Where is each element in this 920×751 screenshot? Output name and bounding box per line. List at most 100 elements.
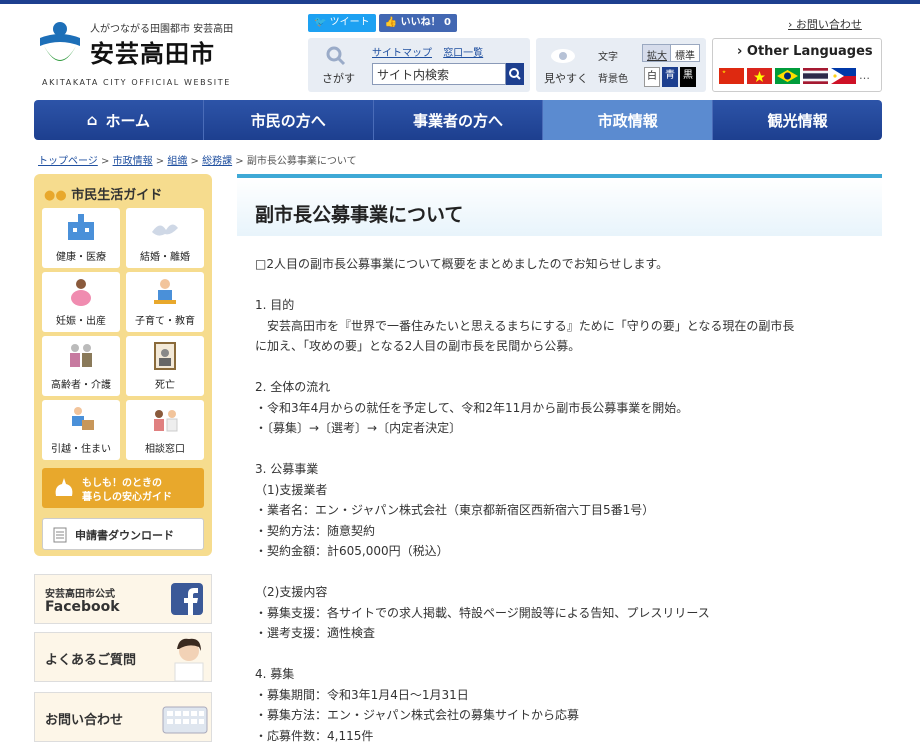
tweet-button[interactable]: 🐦 ツイート — [308, 14, 376, 32]
global-nav: ⌂ ホーム 市民の方へ 事業者の方へ 市政情報 観光情報 — [34, 100, 882, 140]
guide-pregnancy[interactable]: 妊娠・出産 — [42, 272, 120, 332]
breadcrumb-organization[interactable]: 組織 — [167, 156, 187, 167]
article-line: 安芸高田市を『世界で一番住みたいと思えるまちにする』ために「守りの要」となる現在… — [255, 318, 795, 333]
chevron-right-icon: › — [788, 18, 796, 31]
nav-home-label: ホーム — [105, 111, 151, 130]
main-content: 副市長公募事業について □2人目の副市長公募事業について概要をまとめましたのでお… — [237, 174, 882, 751]
guide-elderly-label: 高齢者・介護 — [51, 380, 111, 391]
nav-business[interactable]: 事業者の方へ — [374, 100, 544, 140]
bg-white-button[interactable]: 白 — [644, 67, 660, 87]
emergency-guide-banner[interactable]: もしも！のときの 暮らしの安心ガイド — [42, 468, 204, 508]
form-download-label: 申請書ダウンロード — [75, 529, 174, 542]
article-body: □2人目の副市長公募事業について概要をまとめましたのでお知らせします。 1. 目… — [255, 254, 875, 746]
page-title: 副市長公募事業について — [255, 204, 464, 226]
search-submit-button[interactable] — [506, 63, 524, 85]
contact-banner[interactable]: お問い合わせ — [34, 692, 212, 742]
doves-icon — [152, 224, 178, 236]
twitter-icon: 🐦 — [314, 17, 327, 28]
article-line: 2. 全体の流れ — [255, 380, 331, 394]
keyboard-icon — [162, 706, 208, 734]
article-line: （1)支援業者 — [255, 482, 328, 497]
site-tagline: 人がつながる田園都市 安芸高田 — [90, 24, 234, 35]
elderly-couple-icon — [70, 344, 92, 367]
article-line: （2)支援内容 — [255, 585, 328, 599]
like-label: いいね！ 0 — [400, 17, 452, 28]
tweet-label: ツイート — [329, 17, 370, 28]
guide-elderly[interactable]: 高齢者・介護 — [42, 336, 120, 396]
article-line: ・募集方法：エン・ジャパン株式会社の募集サイトから応募 — [255, 708, 580, 722]
breadcrumb-separator: > — [155, 156, 165, 167]
article-line: ・応募件数：4,115件 — [255, 728, 374, 743]
bg-blue-button[interactable]: 青 — [662, 67, 678, 87]
breadcrumb-top[interactable]: トップページ — [38, 156, 98, 167]
bg-color-label: 背景色 — [598, 74, 628, 85]
guide-consultation-label: 相談窓口 — [145, 444, 185, 455]
search-links: サイトマップ 窓口一覧 — [372, 44, 491, 59]
guide-childcare[interactable]: 子育て・教育 — [126, 272, 204, 332]
sitemap-link[interactable]: サイトマップ — [372, 48, 432, 59]
page-title-bar: 副市長公募事業について — [237, 174, 882, 236]
bg-black-button[interactable]: 黒 — [680, 67, 696, 87]
city-english-name: AKITAKATA CITY OFFICIAL WEBSITE — [42, 78, 231, 87]
guide-health-label: 健康・医療 — [56, 252, 106, 263]
like-button[interactable]: 👍 いいね！ 0 — [378, 14, 458, 32]
search-label: さがす — [322, 72, 355, 85]
people-icon: ●● — [44, 188, 67, 203]
brazil-flag-icon[interactable] — [775, 68, 800, 84]
more-languages-icon[interactable]: … — [859, 68, 870, 84]
nav-residents[interactable]: 市民の方へ — [204, 100, 374, 140]
guide-moving[interactable]: 引越・住まい — [42, 400, 120, 460]
article-line: ・募集期間：令和3年1月4日～1月31日 — [255, 687, 469, 702]
article-line: □2人目の副市長公募事業について概要をまとめましたのでお知らせします。 — [255, 257, 669, 271]
other-languages-title: › Other Languages — [737, 44, 873, 59]
breadcrumb-city-info[interactable]: 市政情報 — [113, 156, 153, 167]
other-languages-panel[interactable]: › Other Languages … — [712, 38, 882, 92]
china-flag-icon[interactable] — [719, 68, 744, 84]
faq-banner[interactable]: よくあるご質問 — [34, 632, 212, 682]
guide-marriage[interactable]: 結婚・離婚 — [126, 208, 204, 268]
nav-tourism[interactable]: 観光情報 — [713, 100, 882, 140]
search-panel: さがす サイトマップ 窓口一覧 サイト内検索 — [308, 38, 530, 92]
text-size-normal-button[interactable]: 標準 — [670, 44, 700, 62]
moving-boxes-icon — [72, 407, 94, 430]
nav-home[interactable]: ⌂ ホーム — [34, 100, 204, 140]
philippines-flag-icon[interactable] — [831, 68, 856, 84]
child-icon — [154, 279, 176, 304]
facebook-banner[interactable]: 安芸高田市公式 Facebook — [34, 574, 212, 624]
article-line: 4. 募集 — [255, 667, 295, 681]
text-size-large-button[interactable]: 拡大 — [642, 44, 672, 62]
view-label: 見やすく — [544, 72, 588, 85]
guide-death[interactable]: 死亡 — [126, 336, 204, 396]
article-line: 1. 目的 — [255, 298, 295, 312]
life-guide-title: ●● 市民生活ガイド — [44, 184, 162, 203]
document-icon — [53, 527, 67, 543]
nav-city-government[interactable]: 市政情報 — [543, 100, 714, 140]
breadcrumb-separator: > — [101, 156, 110, 167]
form-download-button[interactable]: 申請書ダウンロード — [42, 518, 204, 550]
thumbs-up-icon: 👍 — [384, 17, 398, 28]
article-line: ・選考支援：適性検査 — [255, 626, 376, 640]
guide-childcare-label: 子育て・教育 — [135, 316, 195, 327]
search-input[interactable]: サイト内検索 — [372, 63, 506, 85]
thailand-flag-icon[interactable] — [803, 68, 828, 84]
search-icon — [326, 46, 346, 66]
other-languages-label: Other Languages — [746, 44, 873, 59]
article-line: ・募集支援：各サイトでの求人掲載、特設ページ開設等による告知、プレスリリース — [255, 605, 710, 620]
life-guide-title-label: 市民生活ガイド — [71, 188, 163, 203]
breadcrumb: トップページ > 市政情報 > 組織 > 総務課 > 副市長公募事業について — [38, 152, 357, 167]
site-logo[interactable]: 人がつながる田園都市 安芸高田 安芸高田市 AKITAKATA CITY OFF… — [38, 18, 238, 88]
guide-consultation[interactable]: 相談窓口 — [126, 400, 204, 460]
counter-list-link[interactable]: 窓口一覧 — [443, 48, 483, 59]
facebook-icon — [171, 583, 203, 615]
breadcrumb-general-affairs[interactable]: 総務課 — [202, 156, 232, 167]
guide-health[interactable]: 健康・医療 — [42, 208, 120, 268]
emergency-guide-line1: もしも！のときの — [82, 478, 162, 489]
contact-link[interactable]: › お問い合わせ — [788, 16, 862, 32]
article-line: に加え、「攻めの要」となる2人目の副市長を民間から公募。 — [255, 339, 581, 353]
vietnam-flag-icon[interactable] — [747, 68, 772, 84]
